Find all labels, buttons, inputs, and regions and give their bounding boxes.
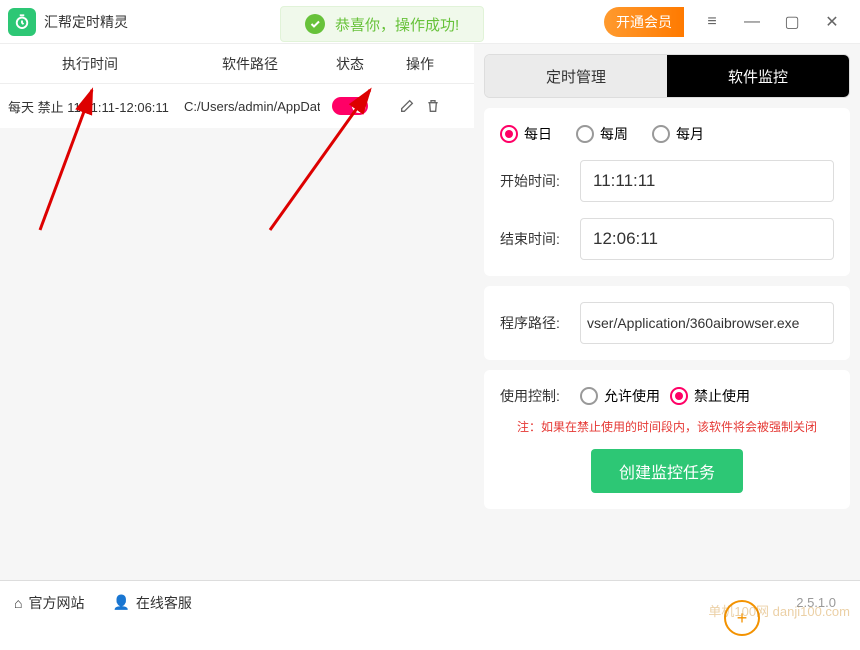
start-time-label: 开始时间: [500,171,570,191]
close-button[interactable]: ✕ [812,7,852,37]
close-icon: ✕ [825,12,838,32]
vip-button[interactable]: 开通会员 [604,7,684,37]
home-icon: ⌂ [14,595,22,611]
support-link[interactable]: 👤在线客服 [112,593,191,613]
path-label: 程序路径: [500,313,570,333]
radio-icon [670,387,688,405]
create-task-button[interactable]: 创建监控任务 [591,449,743,493]
table-row[interactable]: 每天 禁止 11:11:11-12:06:11 C:/Users/admin/A… [0,84,474,128]
official-site-link[interactable]: ⌂官方网站 [14,593,84,613]
config-panel: 定时管理 软件监控 每日 每周 每月 开始时间: 结束时间: 程序路径: [474,44,860,580]
check-icon [305,14,325,34]
control-label: 使用控制: [500,386,570,406]
table-header: 执行时间 软件路径 状态 操作 [0,44,474,84]
minimize-icon: — [744,13,760,31]
app-icon [8,8,36,36]
path-input[interactable] [580,302,834,344]
minimize-button[interactable]: — [732,7,772,37]
task-list-panel: 执行时间 软件路径 状态 操作 每天 禁止 11:11:11-12:06:11 … [0,44,474,580]
radio-allow[interactable]: 允许使用 [580,386,660,406]
app-title: 汇帮定时精灵 [44,12,128,32]
mode-tabs: 定时管理 软件监控 [484,54,850,98]
radio-icon [500,125,518,143]
radio-forbid[interactable]: 禁止使用 [670,386,750,406]
warning-note: 注：如果在禁止使用的时间段内，该软件将会被强制关闭 [500,418,834,435]
radio-monthly[interactable]: 每月 [652,124,704,144]
menu-button[interactable]: ≡ [692,7,732,37]
tab-schedule[interactable]: 定时管理 [485,55,667,97]
start-time-input[interactable] [580,160,834,202]
maximize-button[interactable]: ▢ [772,7,812,37]
edit-button[interactable] [397,96,417,116]
radio-daily[interactable]: 每日 [500,124,552,144]
status-toggle[interactable] [332,97,368,115]
cell-time: 每天 禁止 11:11:11-12:06:11 [0,97,180,116]
col-status: 状态 [320,54,380,74]
col-path: 软件路径 [180,54,320,74]
delete-button[interactable] [423,96,443,116]
radio-icon [652,125,670,143]
end-time-label: 结束时间: [500,229,570,249]
tab-monitor[interactable]: 软件监控 [667,55,849,97]
cell-path: C:/Users/admin/AppData, [180,99,320,114]
support-icon: 👤 [112,594,129,611]
col-time: 执行时间 [0,54,180,74]
end-time-input[interactable] [580,218,834,260]
col-action: 操作 [380,54,460,74]
success-toast: 恭喜你，操作成功! [280,6,484,42]
maximize-icon: ▢ [784,12,799,32]
watermark: 单机100网 danji100.com [708,601,850,620]
radio-icon [576,125,594,143]
toast-text: 恭喜你，操作成功! [335,14,459,35]
radio-icon [580,387,598,405]
radio-weekly[interactable]: 每周 [576,124,628,144]
menu-icon: ≡ [707,13,716,31]
